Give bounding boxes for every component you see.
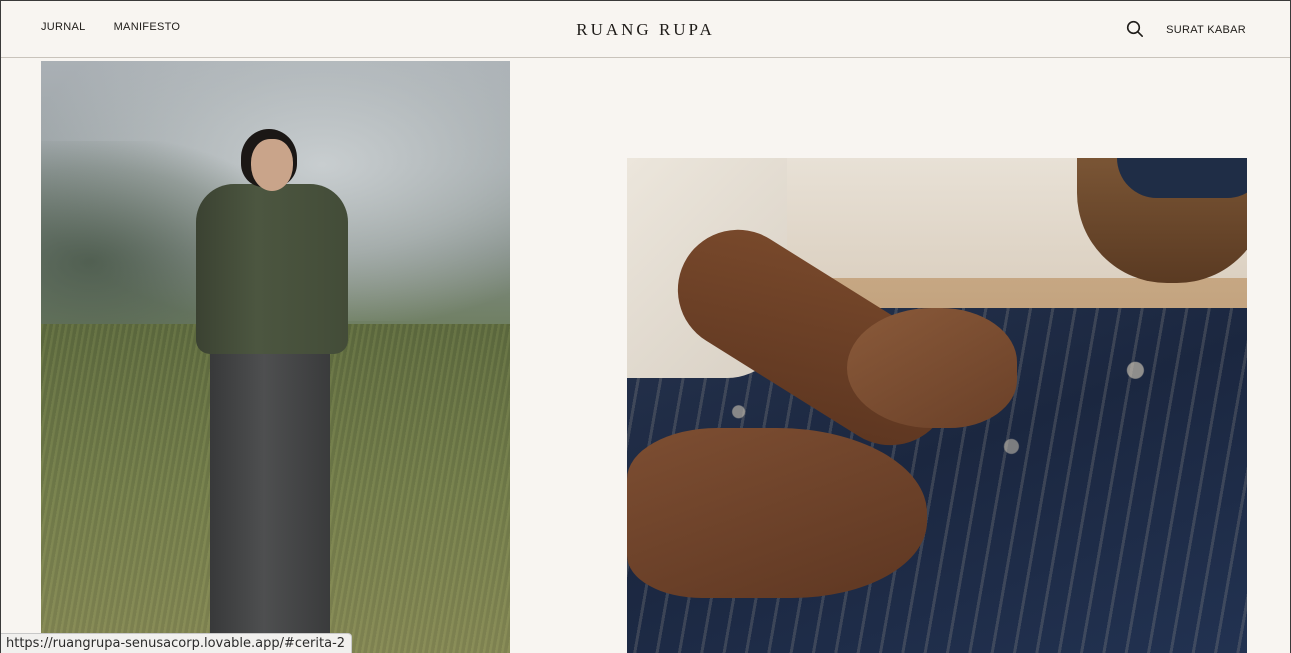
textile-hands-photo[interactable] [627, 158, 1247, 653]
photo-hand-lower [627, 428, 927, 598]
photo-hand-upper [847, 308, 1017, 428]
search-icon[interactable] [1126, 20, 1144, 38]
photo-figure [196, 129, 348, 653]
site-header: JURNAL MANIFESTO RUANG RUPA SURAT KABAR [1, 1, 1290, 58]
brand-logo[interactable]: RUANG RUPA [1, 20, 1290, 40]
figure-jacket [196, 184, 348, 354]
link-preview-status: https://ruangrupa-senusacorp.lovable.app… [1, 633, 353, 653]
secondary-nav: SURAT KABAR [1126, 20, 1246, 38]
figure-trousers [210, 344, 330, 653]
page: JURNAL MANIFESTO RUANG RUPA SURAT KABAR [0, 0, 1291, 653]
newsletter-link[interactable]: SURAT KABAR [1166, 22, 1246, 36]
portrait-photo[interactable] [41, 61, 510, 653]
bowl-contents [1117, 158, 1247, 198]
figure-face [251, 139, 293, 191]
